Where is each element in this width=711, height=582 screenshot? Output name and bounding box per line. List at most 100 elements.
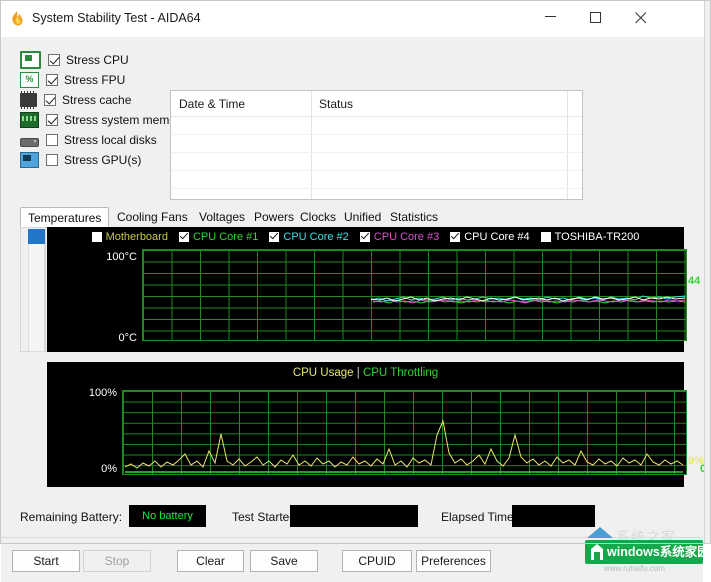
- cpu-axis-label-min: 0%: [101, 463, 117, 475]
- column-header-datetime[interactable]: Date & Time: [179, 97, 245, 111]
- elapsed-time-value: [512, 505, 595, 527]
- test-started-value: [290, 505, 418, 527]
- temperature-traces: [370, 295, 686, 304]
- legend-checkbox-cpu-core-4[interactable]: [450, 232, 461, 242]
- stress-option-cpu[interactable]: Stress CPU: [20, 50, 180, 70]
- minimize-button[interactable]: [529, 0, 574, 30]
- save-button[interactable]: Save: [250, 550, 318, 572]
- status-row: Remaining Battery: No battery Test Start…: [20, 505, 684, 529]
- stress-options-list: Stress CPU % Stress FPU Stress cache Str…: [20, 50, 186, 170]
- clear-button[interactable]: Clear: [177, 550, 244, 572]
- gpu-icon: [20, 152, 39, 168]
- cpu-chart-title: CPU Usage | CPU Throttling: [47, 367, 684, 379]
- legend-cpu-core-1[interactable]: CPU Core #1: [178, 231, 259, 243]
- chart-tabs: Temperatures Cooling Fans Voltages Power…: [20, 207, 684, 227]
- legend-label-toshiba-tr200: TOSHIBA-TR200: [554, 231, 640, 243]
- stress-memory-checkbox[interactable]: [46, 114, 58, 126]
- table-header: Date & Time Status: [171, 91, 582, 117]
- legend-cpu-core-3[interactable]: CPU Core #3: [359, 231, 440, 243]
- stress-gpu-label: Stress GPU(s): [64, 153, 142, 167]
- scrollbar-track[interactable]: [28, 229, 45, 352]
- stress-cache-checkbox[interactable]: [44, 94, 56, 106]
- stress-cpu-checkbox[interactable]: [48, 54, 60, 66]
- column-divider-1[interactable]: [311, 91, 312, 199]
- elapsed-time-label: Elapsed Time:: [441, 510, 518, 524]
- legend-cpu-core-4[interactable]: CPU Core #4: [450, 231, 530, 243]
- tab-statistics[interactable]: Statistics: [383, 207, 445, 227]
- main-panel: Stress CPU % Stress FPU Stress cache Str…: [1, 37, 711, 582]
- stress-option-disks[interactable]: Stress local disks: [20, 130, 180, 150]
- house-icon: [589, 543, 605, 561]
- legend-label-cpu-core-1: CPU Core #1: [192, 231, 259, 243]
- cpu-usage-title: CPU Usage: [292, 367, 354, 379]
- cpu-icon: [20, 51, 41, 69]
- maximize-button[interactable]: [574, 0, 619, 30]
- remaining-battery-value: No battery: [129, 505, 206, 527]
- window-frame-right: [704, 0, 711, 544]
- legend-label-cpu-core-3: CPU Core #3: [373, 231, 440, 243]
- row-divider: [171, 170, 582, 171]
- flame-icon: [9, 10, 26, 27]
- preferences-button[interactable]: Preferences: [416, 550, 491, 572]
- column-divider-2[interactable]: [567, 91, 568, 199]
- stress-cpu-label: Stress CPU: [66, 53, 129, 67]
- cpu-throttling-title: CPU Throttling: [362, 367, 439, 379]
- temp-readout-core1: 44: [688, 275, 701, 287]
- fpu-icon: %: [20, 72, 39, 88]
- sensor-scrollbar[interactable]: [20, 227, 46, 352]
- stress-fpu-label: Stress FPU: [64, 73, 126, 87]
- cpu-usage-plot[interactable]: [122, 390, 687, 475]
- stress-option-memory[interactable]: Stress system memory: [20, 110, 186, 130]
- watermark: 系统之家 windows系统家园 www.ruhaifu.com: [584, 527, 710, 575]
- scrollbar-thumb[interactable]: [28, 229, 45, 244]
- tab-unified[interactable]: Unified: [337, 207, 388, 227]
- legend-label-cpu-core-2: CPU Core #2: [283, 231, 349, 243]
- legend-checkbox-cpu-core-1[interactable]: [178, 232, 189, 242]
- stress-disks-checkbox[interactable]: [46, 134, 58, 146]
- stress-option-cache[interactable]: Stress cache: [20, 90, 180, 110]
- cpu-usage-traces: [124, 419, 684, 473]
- legend-label-cpu-core-4: CPU Core #4: [464, 231, 530, 243]
- stop-button[interactable]: Stop: [83, 550, 151, 572]
- temp-axis-label-max: 100°C: [106, 251, 137, 263]
- legend-toshiba-tr200[interactable]: TOSHIBA-TR200: [540, 231, 640, 243]
- tab-voltages[interactable]: Voltages: [192, 207, 252, 227]
- disk-icon: [20, 137, 39, 147]
- start-button[interactable]: Start: [12, 550, 80, 572]
- cpuid-button[interactable]: CPUID: [342, 550, 412, 572]
- temp-axis-label-min: 0°C: [118, 332, 137, 344]
- aida64-system-stability-test-window: System Stability Test - AIDA64 Stress CP…: [0, 0, 711, 582]
- window-title: System Stability Test - AIDA64: [32, 11, 201, 25]
- event-log-table[interactable]: Date & Time Status: [170, 90, 583, 200]
- watermark-badge-text: windows系统家园: [607, 545, 710, 559]
- column-header-status[interactable]: Status: [319, 97, 353, 111]
- tab-cooling-fans[interactable]: Cooling Fans: [110, 207, 195, 227]
- cpu-usage-chart[interactable]: CPU Usage | CPU Throttling 100% 0% 9% 0%: [47, 362, 711, 487]
- memory-icon: [20, 112, 39, 128]
- legend-checkbox-motherboard[interactable]: [91, 232, 102, 242]
- charts-area: Motherboard CPU Core #1 CPU Core #2 CPU …: [20, 227, 711, 497]
- legend-motherboard[interactable]: Motherboard: [91, 231, 168, 243]
- cache-icon: [20, 91, 37, 109]
- temperature-plot[interactable]: [142, 249, 687, 341]
- legend-label-motherboard: Motherboard: [105, 231, 168, 243]
- legend-cpu-core-2[interactable]: CPU Core #2: [269, 231, 349, 243]
- watermark-url: www.ruhaifu.com: [604, 564, 665, 573]
- legend-checkbox-toshiba-tr200[interactable]: [540, 232, 551, 242]
- cpu-axis-label-max: 100%: [88, 387, 117, 399]
- stress-memory-label: Stress system memory: [64, 113, 187, 127]
- row-divider: [171, 134, 582, 135]
- tab-clocks[interactable]: Clocks: [293, 207, 343, 227]
- row-divider: [171, 188, 582, 189]
- title-bar: System Stability Test - AIDA64: [0, 0, 711, 38]
- remaining-battery-label: Remaining Battery:: [20, 510, 123, 524]
- stress-gpu-checkbox[interactable]: [46, 154, 58, 166]
- stress-option-gpu[interactable]: Stress GPU(s): [20, 150, 180, 170]
- legend-checkbox-cpu-core-3[interactable]: [359, 232, 370, 242]
- legend-checkbox-cpu-core-2[interactable]: [269, 232, 280, 242]
- tab-temperatures[interactable]: Temperatures: [20, 207, 110, 227]
- close-button[interactable]: [619, 0, 664, 30]
- stress-fpu-checkbox[interactable]: [46, 74, 58, 86]
- temperature-chart[interactable]: Motherboard CPU Core #1 CPU Core #2 CPU …: [47, 227, 711, 352]
- stress-option-fpu[interactable]: % Stress FPU: [20, 70, 180, 90]
